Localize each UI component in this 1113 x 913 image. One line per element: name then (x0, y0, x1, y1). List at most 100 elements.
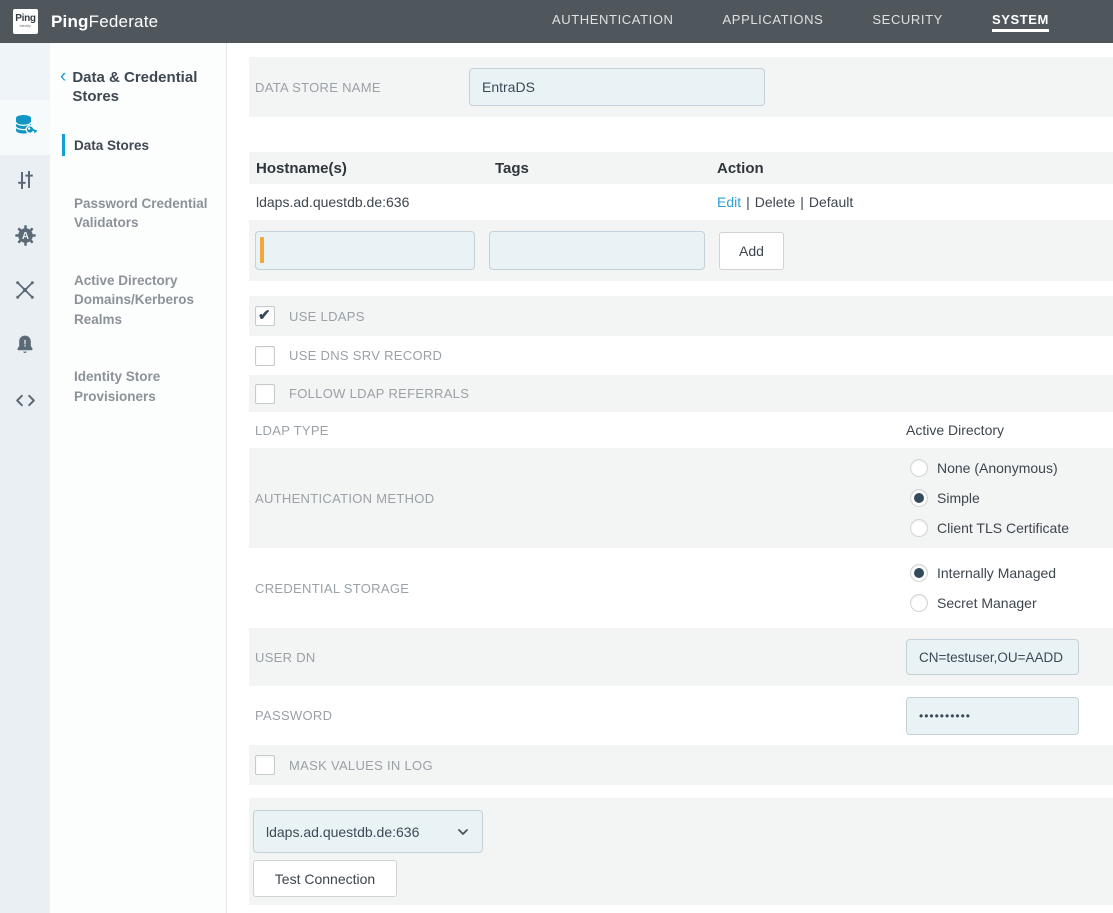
radio-simple[interactable] (910, 489, 928, 507)
auth-option-none-label: None (Anonymous) (937, 460, 1058, 476)
top-bar: Ping Identity. PingFederate AUTHENTICATI… (0, 0, 1113, 43)
pingfederate-app: Ping Identity. PingFederate AUTHENTICATI… (0, 0, 1113, 913)
rail-item-api[interactable] (0, 375, 50, 430)
primary-nav: AUTHENTICATION APPLICATIONS SECURITY SYS… (552, 12, 1049, 32)
use-ldaps-row: USE LDAPS (249, 296, 1113, 336)
sidebar-items: Data Stores Password Credential Validato… (60, 136, 212, 407)
ping-identity-logo[interactable]: Ping Identity. (13, 9, 38, 34)
ldap-type-label: LDAP TYPE (255, 423, 329, 438)
col-hostnames: Hostname(s) (256, 160, 495, 177)
rail-item-settings[interactable] (0, 155, 50, 210)
add-host-button[interactable]: Add (719, 232, 784, 270)
use-dns-srv-row: USE DNS SRV RECORD (249, 336, 1113, 375)
follow-referrals-row: FOLLOW LDAP REFERRALS (249, 375, 1113, 412)
authentication-method-label: AUTHENTICATION METHOD (255, 491, 434, 506)
auth-option-client-tls-label: Client TLS Certificate (937, 520, 1069, 536)
host-select-value: ldaps.ad.questdb.de:636 (266, 824, 419, 840)
test-connection-panel: ldaps.ad.questdb.de:636 Test Connection (249, 798, 1113, 905)
user-dn-label: USER DN (255, 650, 316, 665)
credential-storage-options: Internally Managed Secret Manager (910, 558, 1056, 618)
password-label: PASSWORD (255, 708, 332, 723)
password-input[interactable] (906, 697, 1079, 735)
follow-referrals-checkbox[interactable] (255, 384, 275, 404)
row-actions: Edit | Delete | Default (717, 194, 1113, 210)
data-store-name-row: DATA STORE NAME (249, 57, 1113, 117)
sliders-icon (13, 168, 37, 197)
data-store-key-icon (12, 112, 38, 143)
authentication-method-row: AUTHENTICATION METHOD None (Anonymous) S… (249, 448, 1113, 548)
user-dn-input[interactable] (906, 639, 1079, 675)
col-action: Action (717, 160, 1113, 177)
product-name-bold: Ping (51, 12, 89, 31)
hosts-table-header: Hostname(s) Tags Action (249, 152, 1113, 184)
new-hostname-input[interactable] (255, 231, 475, 270)
rail-item-notifications[interactable]: ! (0, 320, 50, 375)
rail-item-data-stores[interactable] (0, 100, 50, 155)
action-separator: | (746, 194, 750, 210)
auth-option-simple[interactable]: Simple (910, 483, 1069, 513)
sidebar-item-data-stores[interactable]: Data Stores (74, 136, 212, 156)
password-row: PASSWORD (249, 686, 1113, 745)
credential-storage-row: CREDENTIAL STORAGE Internally Managed Se… (249, 548, 1113, 628)
radio-none-anonymous[interactable] (910, 459, 928, 477)
host-table-row: ldaps.ad.questdb.de:636 Edit | Delete | Defa… (249, 184, 1113, 220)
test-connection-button[interactable]: Test Connection (253, 860, 397, 897)
nav-applications[interactable]: APPLICATIONS (723, 12, 824, 32)
rail-top-spacer (0, 43, 50, 100)
data-store-name-input[interactable] (469, 68, 765, 106)
sidebar-item-identity-store-provisioners[interactable]: Identity Store Provisioners (74, 367, 212, 406)
delete-link[interactable]: Delete (755, 194, 795, 210)
sidebar-item-password-credential-validators[interactable]: Password Credential Validators (74, 194, 212, 233)
sidebar-header: ‹ Data & Credential Stores (60, 68, 212, 106)
chevron-down-icon (456, 825, 470, 839)
alert-bell-icon: ! (13, 333, 37, 362)
logo-text: Ping (15, 14, 35, 24)
radio-secret-manager[interactable] (910, 594, 928, 612)
use-ldaps-checkbox[interactable] (255, 306, 275, 326)
action-separator: | (800, 194, 804, 210)
storage-option-secret-manager[interactable]: Secret Manager (910, 588, 1056, 618)
mask-values-checkbox[interactable] (255, 755, 275, 775)
edit-link[interactable]: Edit (717, 194, 741, 210)
gear-a-icon: A (13, 223, 38, 253)
product-name-regular: Federate (89, 12, 159, 31)
new-tags-input[interactable] (489, 231, 705, 270)
auth-option-none[interactable]: None (Anonymous) (910, 453, 1069, 483)
nav-security[interactable]: SECURITY (872, 12, 943, 32)
nav-authentication[interactable]: AUTHENTICATION (552, 12, 674, 32)
svg-text:!: ! (24, 339, 27, 349)
network-icon (13, 278, 37, 307)
follow-referrals-label: FOLLOW LDAP REFERRALS (289, 386, 469, 401)
col-tags: Tags (495, 160, 717, 177)
logo-subtext: Identity. (20, 25, 32, 29)
credential-storage-label: CREDENTIAL STORAGE (255, 581, 409, 596)
auth-option-client-tls[interactable]: Client TLS Certificate (910, 513, 1069, 543)
required-field-caret (260, 237, 264, 263)
back-chevron-icon[interactable]: ‹ (60, 68, 66, 106)
host-select-dropdown[interactable]: ldaps.ad.questdb.de:636 (253, 810, 483, 853)
nav-system[interactable]: SYSTEM (992, 12, 1049, 32)
add-host-row: Add (249, 220, 1113, 281)
sidebar-item-ad-domains-kerberos-realms[interactable]: Active Directory Domains/Kerberos Realms (74, 271, 212, 330)
use-dns-srv-label: USE DNS SRV RECORD (289, 348, 442, 363)
radio-internally-managed[interactable] (910, 564, 928, 582)
use-ldaps-label: USE LDAPS (289, 309, 365, 324)
default-link[interactable]: Default (809, 194, 853, 210)
hostname-value: ldaps.ad.questdb.de:636 (256, 194, 495, 210)
mask-values-row: MASK VALUES IN LOG (249, 745, 1113, 785)
ldap-type-value: Active Directory (906, 422, 1004, 438)
radio-client-tls[interactable] (910, 519, 928, 537)
rail-item-server[interactable]: A (0, 210, 50, 265)
icon-rail: A (0, 43, 50, 913)
use-dns-srv-checkbox[interactable] (255, 346, 275, 366)
storage-option-internal[interactable]: Internally Managed (910, 558, 1056, 588)
storage-option-secret-manager-label: Secret Manager (937, 595, 1037, 611)
rail-item-cluster[interactable] (0, 265, 50, 320)
mask-values-label: MASK VALUES IN LOG (289, 758, 433, 773)
auth-option-simple-label: Simple (937, 490, 980, 506)
user-dn-row: USER DN (249, 628, 1113, 686)
storage-option-internal-label: Internally Managed (937, 565, 1056, 581)
product-name: PingFederate (51, 12, 158, 32)
ldap-type-row: LDAP TYPE Active Directory (249, 412, 1113, 448)
svg-text:A: A (21, 231, 28, 242)
